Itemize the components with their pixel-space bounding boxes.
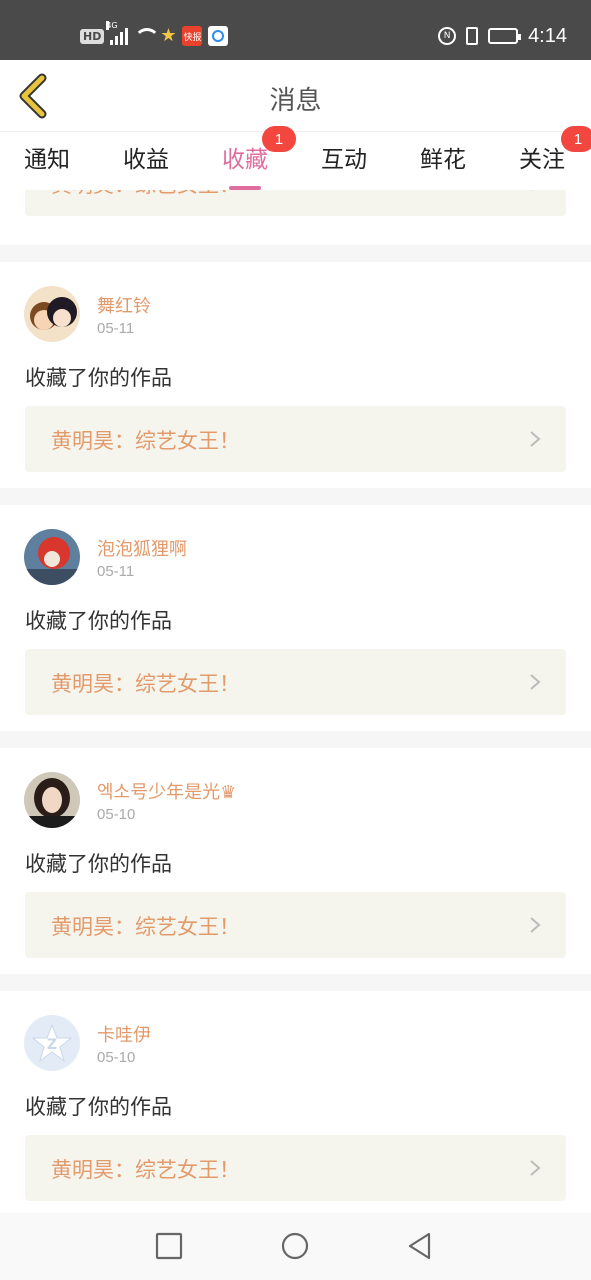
- tab-label: 收益: [123, 147, 169, 173]
- avatar[interactable]: [24, 529, 80, 585]
- work-title: 黄明昊：综艺女王！: [51, 915, 240, 939]
- back-icon[interactable]: [405, 1231, 435, 1261]
- avatar[interactable]: [24, 772, 80, 828]
- tab-interactions[interactable]: 互动: [321, 140, 367, 184]
- unread-badge: 1: [262, 126, 296, 152]
- chevron-right-icon: [531, 190, 533, 191]
- home-icon[interactable]: [280, 1231, 310, 1261]
- tab-label: 关注: [519, 147, 565, 173]
- list-item: 泡泡狐狸啊 05-11 收藏了你的作品 黄明昊：综艺女王！: [0, 505, 591, 731]
- unread-badge: 1: [561, 126, 591, 152]
- username[interactable]: 舞红铃: [97, 292, 151, 318]
- status-right-icons: N 4:14: [438, 24, 567, 48]
- work-link[interactable]: 黄明昊：综艺女王！: [25, 1135, 566, 1201]
- battery-icon: [488, 28, 522, 44]
- tab-label: 通知: [24, 147, 70, 173]
- nfc-icon: N: [438, 27, 457, 45]
- network-type-label: 4G: [106, 21, 118, 30]
- tab-follows[interactable]: 关注 1: [519, 126, 591, 184]
- tab-flowers[interactable]: 鲜花: [420, 140, 466, 184]
- list-item: 엑소号少年是光♛ 05-10 收藏了你的作品 黄明昊：综艺女王！: [0, 748, 591, 974]
- work-link[interactable]: 黄明昊：综艺女王！: [25, 406, 566, 472]
- system-nav-bar: [0, 1213, 591, 1280]
- tab-label: 互动: [321, 147, 367, 173]
- chevron-right-icon: [530, 1160, 541, 1176]
- list-item: 舞红铃 05-11 收藏了你的作品 黄明昊：综艺女王！: [0, 262, 591, 488]
- hd-icon: HD: [80, 28, 105, 44]
- timestamp: 05-11: [97, 320, 135, 337]
- username[interactable]: 泡泡狐狸啊: [97, 535, 187, 561]
- timestamp: 05-11: [97, 563, 135, 580]
- action-text: 收藏了你的作品: [25, 609, 172, 633]
- work-title: 黄明昊：综艺女王！: [51, 190, 240, 199]
- action-text: 收藏了你的作品: [25, 852, 172, 876]
- action-text: 收藏了你的作品: [25, 1095, 172, 1119]
- status-bar: HD 4G ★ 快报 N 4:14: [0, 0, 591, 60]
- work-title: 黄明昊：综艺女王！: [51, 1158, 240, 1182]
- news-app-icon: 快报: [182, 26, 203, 46]
- username[interactable]: 엑소号少年是光♛: [97, 778, 236, 804]
- work-link[interactable]: 黄明昊：综艺女王！: [25, 190, 566, 216]
- list-item: 黄明昊：综艺女王！: [0, 190, 591, 245]
- chevron-right-icon: [530, 674, 541, 690]
- tab-label: 收藏: [222, 147, 268, 173]
- tab-favorites[interactable]: 收藏 1: [222, 126, 296, 190]
- vibrate-icon: [466, 27, 479, 45]
- wifi-icon: [134, 28, 161, 44]
- recent-apps-icon[interactable]: [154, 1231, 184, 1261]
- clock: 4:14: [528, 24, 567, 47]
- page-title: 消息: [269, 86, 322, 116]
- timestamp: 05-10: [97, 1049, 136, 1066]
- star-app-icon: ★: [160, 25, 177, 46]
- tab-notifications[interactable]: 通知: [24, 140, 70, 184]
- avatar[interactable]: [24, 286, 80, 342]
- list-item: Z 卡哇伊 05-10 收藏了你的作品 黄明昊：综艺女王！: [0, 991, 591, 1213]
- work-title: 黄明昊：综艺女王！: [51, 672, 240, 696]
- chevron-right-icon: [530, 917, 541, 933]
- svg-text:Z: Z: [47, 1037, 57, 1053]
- work-title: 黄明昊：综艺女王！: [51, 429, 240, 453]
- work-link[interactable]: 黄明昊：综艺女王！: [25, 892, 566, 958]
- work-link[interactable]: 黄明昊：综艺女王！: [25, 649, 566, 715]
- signal-icon: 4G: [106, 21, 129, 45]
- action-text: 收藏了你的作品: [25, 366, 172, 390]
- avatar[interactable]: Z: [24, 1015, 80, 1071]
- tab-earnings[interactable]: 收益: [123, 140, 169, 184]
- timestamp: 05-10: [97, 806, 136, 823]
- tab-label: 鲜花: [420, 147, 466, 173]
- username[interactable]: 卡哇伊: [97, 1021, 151, 1047]
- app-header: 消息: [0, 60, 591, 132]
- browser-app-icon: [208, 26, 229, 46]
- message-list[interactable]: 黄明昊：综艺女王！ 舞红铃 05-11 收藏了你的作品 黄明昊：综艺女王！: [0, 190, 591, 1213]
- status-left-icons: HD 4G ★ 快报: [80, 21, 229, 48]
- tab-bar: 通知 收益 收藏 1 互动 鲜花 关注 1: [0, 126, 591, 190]
- chevron-right-icon: [530, 431, 541, 447]
